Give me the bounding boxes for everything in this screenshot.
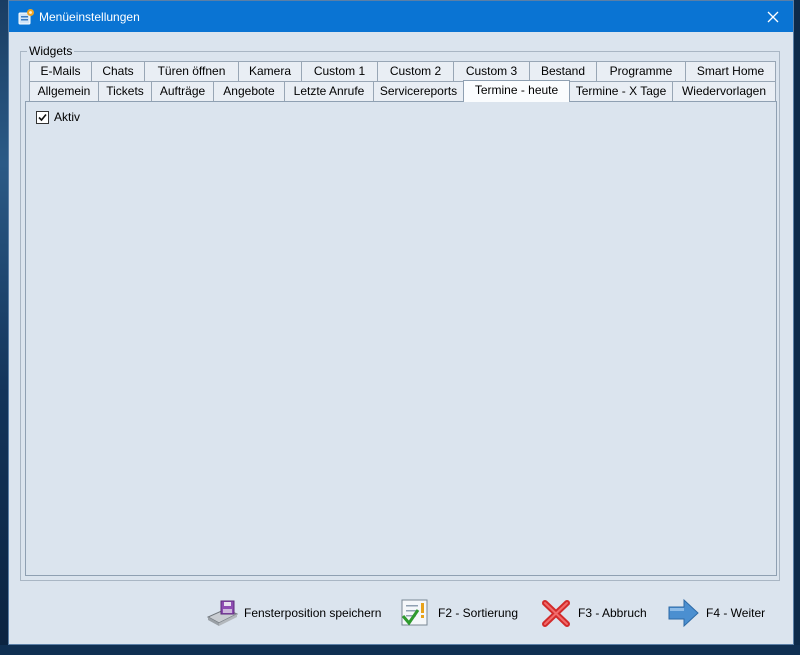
tab-allgemein[interactable]: Allgemein (29, 81, 99, 101)
tab-termine-heute[interactable]: Termine - heute (463, 80, 570, 102)
tab-smart-home[interactable]: Smart Home (685, 61, 776, 81)
sort-button[interactable]: F2 - Sortierung (399, 597, 518, 629)
red-x-icon (542, 600, 570, 627)
close-icon (767, 11, 779, 22)
tab-programme[interactable]: Programme (596, 61, 686, 81)
arrow-right-icon (668, 598, 699, 628)
save-window-position-button[interactable]: Fensterposition speichern (205, 597, 381, 629)
desktop-background-bottom (0, 645, 800, 655)
tab-e-mails[interactable]: E-Mails (29, 61, 92, 81)
next-label: F4 - Weiter (706, 606, 766, 620)
floppy-disk-icon (206, 600, 239, 626)
tab-tueren-oeffnen[interactable]: Türen öffnen (144, 61, 239, 81)
groupbox-label: Widgets (27, 44, 75, 58)
tab-auftraege[interactable]: Aufträge (151, 81, 214, 101)
tab-tickets[interactable]: Tickets (98, 81, 152, 101)
desktop-background (0, 0, 8, 655)
settings-dialog: Menüeinstellungen Widgets E-Mails Chats … (8, 0, 794, 645)
tab-angebote[interactable]: Angebote (213, 81, 285, 101)
cancel-label: F3 - Abbruch (578, 606, 647, 620)
tab-letzte-anrufe[interactable]: Letzte Anrufe (284, 81, 374, 101)
tab-custom-1[interactable]: Custom 1 (301, 61, 378, 81)
close-button[interactable] (753, 1, 793, 32)
save-window-position-label: Fensterposition speichern (244, 606, 382, 620)
tab-termine-x-tage[interactable]: Termine - X Tage (569, 81, 673, 101)
aktiv-checkbox[interactable] (36, 111, 49, 124)
next-button[interactable]: F4 - Weiter (667, 597, 765, 629)
tab-wiedervorlagen[interactable]: Wiedervorlagen (672, 81, 776, 101)
aktiv-label: Aktiv (54, 110, 81, 124)
window-title: Menüeinstellungen (39, 10, 140, 24)
tab-custom-2[interactable]: Custom 2 (377, 61, 454, 81)
tab-custom-3[interactable]: Custom 3 (453, 61, 530, 81)
checklist-icon (401, 599, 428, 626)
sort-label: F2 - Sortierung (438, 606, 519, 620)
tab-bestand[interactable]: Bestand (529, 61, 597, 81)
tab-kamera[interactable]: Kamera (238, 61, 302, 81)
tab-servicereports[interactable]: Servicereports (373, 81, 464, 101)
tab-chats[interactable]: Chats (91, 61, 145, 81)
app-icon (18, 9, 34, 25)
title-bar[interactable]: Menüeinstellungen (9, 1, 793, 32)
checkmark-icon (38, 113, 47, 122)
cancel-button[interactable]: F3 - Abbruch (539, 597, 647, 629)
tab-panel-termine-heute: Aktiv (25, 101, 777, 576)
